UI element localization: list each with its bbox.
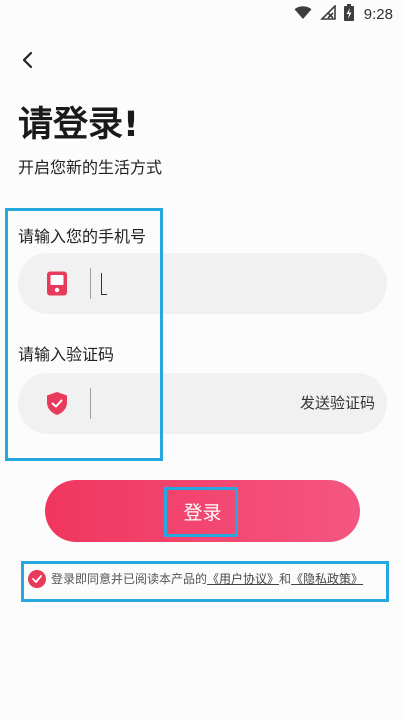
highlight-box-login [164,487,238,537]
signal-off-icon [319,3,336,24]
page-subtitle: 开启您新的生活方式 [18,158,163,177]
highlight-box-form [5,208,163,461]
back-button[interactable] [16,50,40,74]
status-time: 9:28 [363,5,393,23]
send-code-button[interactable]: 发送验证码 [300,392,375,414]
status-icons: 9:28 [294,3,393,25]
chevron-left-icon [21,51,35,73]
status-bar: 9:28 [0,0,405,28]
wifi-icon [294,5,312,24]
page-title: 请登录! [18,105,139,145]
battery-charging-icon [343,3,354,25]
highlight-box-agreement [21,561,389,602]
